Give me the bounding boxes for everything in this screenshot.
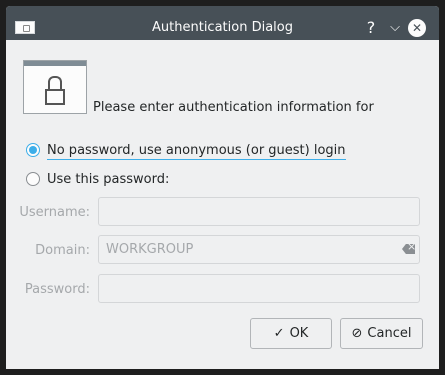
intro-text: Please enter authentication information …	[93, 100, 374, 115]
ok-button[interactable]: ✓ OK	[250, 318, 332, 349]
minimize-icon[interactable]: ⌵	[384, 17, 406, 39]
help-icon[interactable]: ?	[360, 17, 382, 39]
lock-body	[45, 89, 65, 105]
password-field[interactable]	[98, 274, 420, 303]
domain-label: Domain:	[35, 243, 90, 258]
cancel-button-label: Cancel	[367, 326, 412, 341]
cancel-icon: ⊘	[351, 326, 363, 341]
anonymous-radio-label[interactable]: No password, use anonymous (or guest) lo…	[47, 143, 346, 160]
cancel-button[interactable]: ⊘ Cancel	[340, 318, 423, 349]
title-bar[interactable]: Authentication Dialog ? ⌵ ✕	[6, 6, 439, 40]
username-field[interactable]	[98, 197, 420, 226]
authentication-dialog: Authentication Dialog ? ⌵ ✕ Please enter…	[6, 6, 439, 369]
username-label: Username:	[19, 205, 90, 220]
domain-field[interactable]: WORKGROUP	[98, 235, 420, 264]
lock-shackle	[48, 76, 62, 90]
password-radio[interactable]	[26, 172, 40, 186]
password-radio-label[interactable]: Use this password:	[47, 172, 169, 187]
close-icon[interactable]: ✕	[408, 19, 426, 37]
anonymous-radio[interactable]	[26, 143, 40, 157]
password-label: Password:	[24, 282, 90, 297]
lock-window-bar	[24, 61, 86, 66]
lock-window-icon	[23, 60, 87, 114]
checkmark-icon: ✓	[273, 326, 285, 341]
ok-button-label: OK	[289, 326, 309, 341]
